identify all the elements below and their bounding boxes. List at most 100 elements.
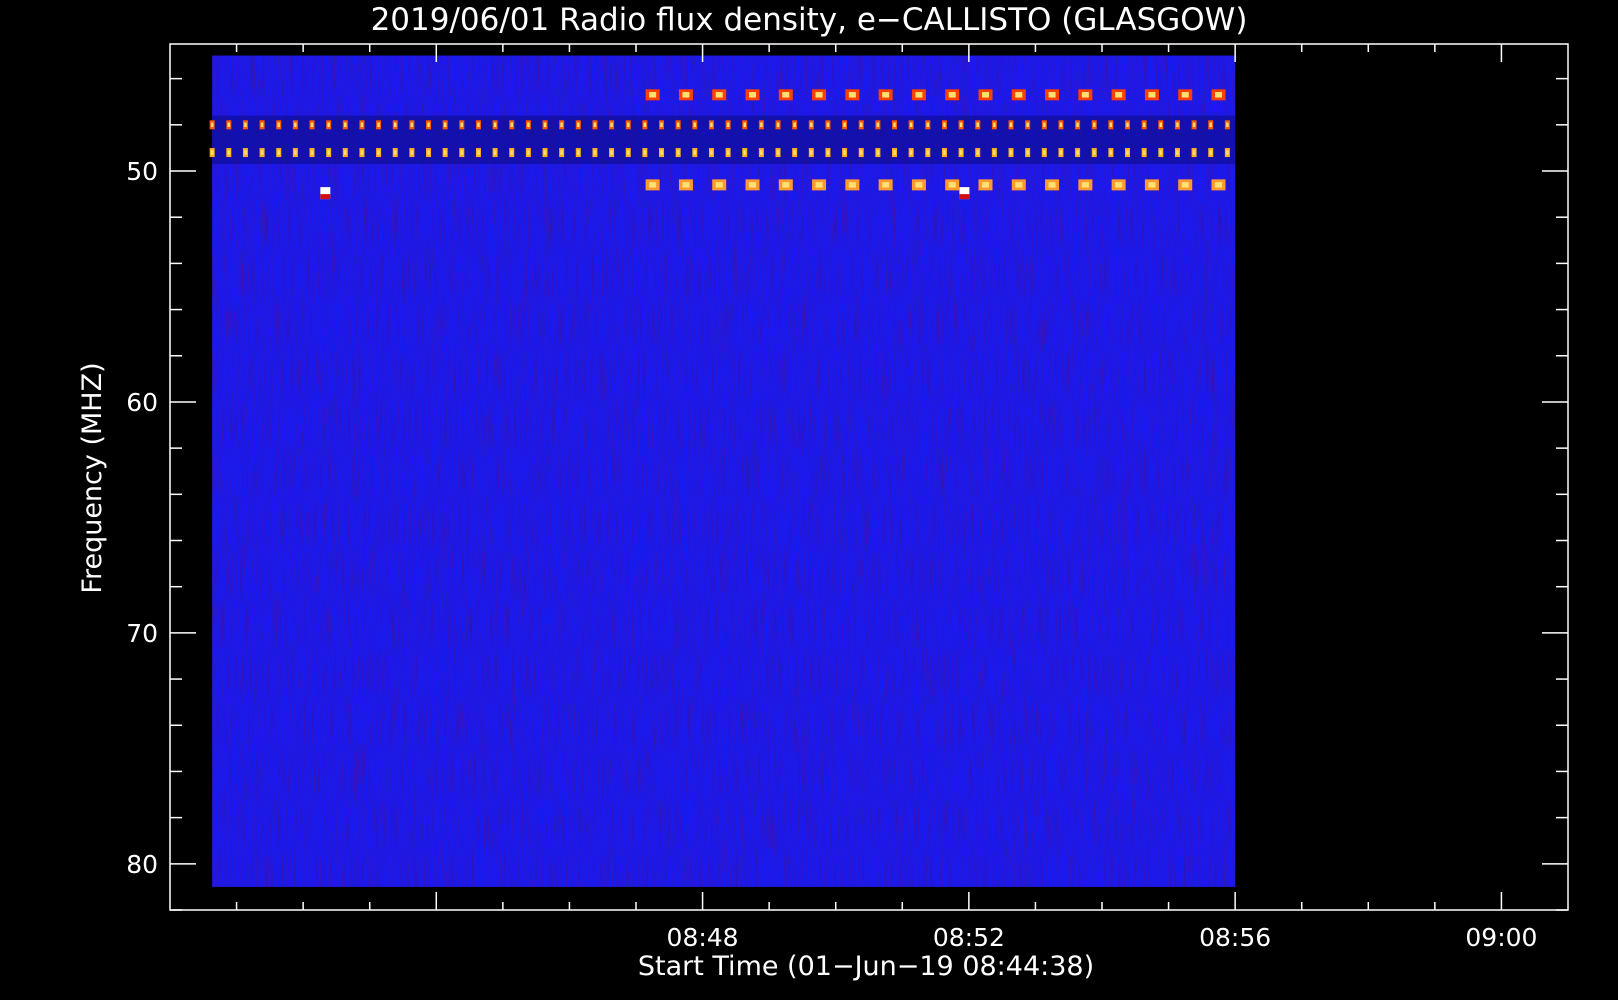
interference-mark-core <box>1009 122 1013 128</box>
x-tick-label: 08:56 <box>1199 923 1271 952</box>
interference-mark-core <box>1215 92 1222 98</box>
interference-mark-core <box>643 122 647 128</box>
interference-mark-core <box>926 122 930 128</box>
interference-mark-core <box>1043 122 1046 128</box>
interference-mark-core <box>294 122 297 128</box>
interference-mark-core <box>1142 150 1146 155</box>
interference-mark-core <box>843 150 846 155</box>
interference-mark-core <box>510 122 513 128</box>
interference-mark-core <box>1209 122 1212 128</box>
y-tick-label: 70 <box>126 619 158 648</box>
interference-mark-core <box>810 122 813 128</box>
interference-mark-core <box>610 150 613 155</box>
interference-mark-core <box>710 122 713 128</box>
interference-mark-core <box>527 122 530 128</box>
interference-band-shade <box>212 115 1236 165</box>
interference-mark-core <box>1059 122 1063 128</box>
interference-mark-core <box>976 150 979 155</box>
interference-mark-core <box>1015 92 1023 98</box>
spectrogram-chart: 2019/06/01 Radio flux density, e−CALLIST… <box>0 0 1618 1000</box>
interference-mark-core <box>710 150 713 155</box>
interference-mark-core <box>294 150 297 155</box>
interference-mark-core <box>782 182 790 188</box>
interference-mark-core <box>876 150 880 155</box>
interference-mark-core <box>915 182 923 188</box>
interference-mark-core <box>959 150 963 155</box>
interference-mark-core <box>882 182 890 188</box>
interference-mark-core <box>815 182 823 188</box>
interference-mark-core <box>859 150 863 155</box>
interference-mark-core <box>815 92 823 98</box>
interference-mark-core <box>493 150 497 155</box>
interference-mark-core <box>749 92 756 98</box>
interference-mark-core <box>926 150 930 155</box>
interference-mark-core <box>943 122 946 128</box>
interference-mark-core <box>760 122 763 128</box>
interference-mark-core <box>693 150 697 155</box>
interference-mark-core <box>310 122 314 128</box>
interference-mark-core <box>360 150 364 155</box>
interference-mark-core <box>726 150 730 155</box>
interference-mark-core <box>915 92 923 98</box>
interference-mark-core <box>1148 92 1156 98</box>
interference-mark-core <box>460 122 464 128</box>
interference-mark-core <box>327 150 330 155</box>
interference-mark-core <box>1209 150 1212 155</box>
interference-mark-core <box>543 122 547 128</box>
interference-mark-core <box>344 150 347 155</box>
interference-mark-core <box>593 122 597 128</box>
interference-mark-core <box>477 150 480 155</box>
interference-mark-core <box>676 122 680 128</box>
interference-mark-core <box>327 122 330 128</box>
interference-mark-core <box>660 150 663 155</box>
interference-mark-core <box>393 122 397 128</box>
interference-mark-core <box>749 182 756 188</box>
interference-mark-core <box>1059 150 1063 155</box>
interference-mark-core <box>593 150 597 155</box>
interference-mark-core <box>682 92 690 98</box>
interference-mark-core <box>410 122 414 128</box>
interference-mark-core <box>743 122 746 128</box>
interference-mark-core <box>843 122 846 128</box>
interference-mark-core <box>776 150 780 155</box>
interference-mark-core <box>893 150 896 155</box>
interference-mark-core <box>1109 150 1113 155</box>
interference-mark-core <box>909 122 913 128</box>
interference-mark-core <box>626 150 630 155</box>
interference-mark-core <box>943 150 946 155</box>
burst-mark-core <box>959 194 970 200</box>
interference-mark-core <box>1048 92 1056 98</box>
interference-mark-core <box>948 182 956 188</box>
interference-mark-core <box>410 150 414 155</box>
interference-mark-core <box>1015 182 1023 188</box>
interference-mark-core <box>1226 122 1229 128</box>
interference-mark-core <box>260 150 264 155</box>
interference-mark-core <box>810 150 813 155</box>
interference-mark-core <box>626 122 630 128</box>
interference-mark-core <box>649 182 657 188</box>
interference-mark-core <box>993 150 996 155</box>
interference-mark-core <box>1076 122 1079 128</box>
interference-mark-core <box>993 122 996 128</box>
interference-mark-core <box>1226 150 1229 155</box>
interference-mark-core <box>1026 150 1029 155</box>
interference-mark-core <box>760 150 763 155</box>
interference-mark-core <box>560 122 563 128</box>
interference-mark-core <box>1176 150 1179 155</box>
interference-mark-core <box>1109 122 1113 128</box>
y-axis-label: Frequency (MHZ) <box>77 362 108 593</box>
y-tick-label: 50 <box>126 157 158 186</box>
interference-mark-core <box>793 122 796 128</box>
interference-mark-core <box>660 122 663 128</box>
interference-mark-core <box>210 150 214 155</box>
interference-mark-core <box>1148 182 1156 188</box>
interference-mark-core <box>1142 122 1146 128</box>
interference-mark-core <box>1115 182 1123 188</box>
interference-mark-core <box>527 150 530 155</box>
interference-mark-core <box>560 150 563 155</box>
interference-mark-core <box>260 122 264 128</box>
interference-mark-core <box>876 122 880 128</box>
spectrogram-heatmap <box>209 55 1236 887</box>
interference-mark-core <box>277 122 280 128</box>
y-tick-label: 60 <box>126 388 158 417</box>
